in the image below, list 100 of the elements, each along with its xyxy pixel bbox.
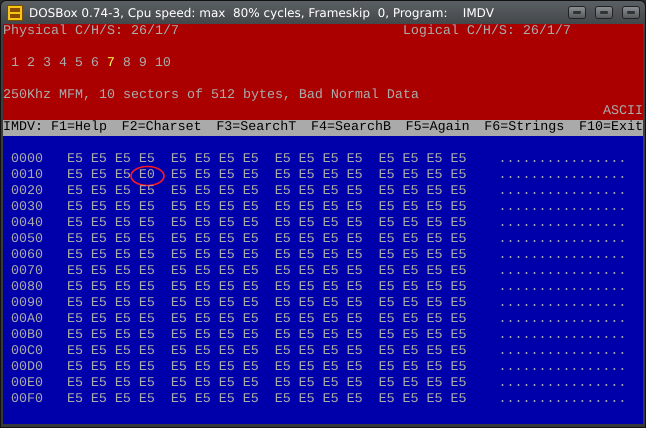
- hex-byte: E5: [402, 280, 419, 296]
- hex-byte: E5: [450, 312, 466, 328]
- sector-number[interactable]: 8: [122, 56, 131, 72]
- hex-byte: E5: [194, 280, 211, 296]
- hex-byte: E5: [66, 232, 83, 248]
- function-key[interactable]: F4=SearchB: [310, 120, 391, 136]
- hex-byte: E5: [322, 328, 339, 344]
- function-key[interactable]: F10=Exit: [578, 120, 643, 136]
- offset-label: 0060: [10, 248, 43, 264]
- hex-byte: E5: [114, 248, 131, 264]
- hex-byte: E5: [66, 200, 83, 216]
- function-key[interactable]: F2=Charset: [122, 120, 202, 136]
- function-key[interactable]: IMDV: F1=Help: [3, 120, 107, 136]
- maximize-button[interactable]: [595, 6, 613, 19]
- hex-byte: E5: [138, 184, 155, 200]
- hex-byte: E5: [242, 184, 259, 200]
- function-key[interactable]: F3=SearchT: [216, 120, 296, 136]
- sector-number[interactable]: 2: [26, 56, 35, 72]
- hex-byte: E5: [218, 392, 235, 408]
- hex-byte: E5: [346, 152, 363, 168]
- offset-label: 00F0: [10, 392, 43, 408]
- hex-byte: E5: [274, 312, 291, 328]
- hex-byte: E5: [450, 264, 466, 280]
- hex-byte: E5: [242, 152, 259, 168]
- offset-label: 0030: [10, 200, 43, 216]
- hex-byte: E5: [114, 200, 131, 216]
- offset-label: 00D0: [10, 360, 43, 376]
- hex-byte: E5: [346, 392, 363, 408]
- ascii-dump: ................: [498, 184, 626, 200]
- hex-byte: E5: [322, 376, 339, 392]
- sector-number[interactable]: 10: [154, 56, 171, 72]
- hex-byte: E5: [402, 248, 419, 264]
- hex-byte: E5: [450, 216, 466, 232]
- hex-byte: E5: [194, 360, 211, 376]
- hex-byte: E5: [114, 360, 131, 376]
- hex-byte: E5: [402, 328, 419, 344]
- hex-byte: E5: [426, 312, 442, 328]
- offset-label: 00C0: [10, 344, 43, 360]
- hex-byte: E5: [138, 392, 155, 408]
- hex-byte: E5: [90, 264, 107, 280]
- sector-number[interactable]: 1: [10, 56, 19, 72]
- minimize-button[interactable]: [568, 6, 586, 19]
- hex-byte: E5: [378, 376, 395, 392]
- sector-number[interactable]: 4: [58, 56, 67, 72]
- ascii-dump: ................: [498, 344, 626, 360]
- hex-byte: E5: [218, 232, 235, 248]
- bar-icon: [573, 11, 581, 14]
- ascii-dump: ................: [498, 328, 626, 344]
- ascii-dump: ................: [498, 248, 626, 264]
- hex-byte: E5: [114, 312, 131, 328]
- hex-byte: E5: [218, 344, 235, 360]
- hex-byte: E5: [66, 216, 83, 232]
- hex-byte: E5: [170, 184, 187, 200]
- hex-byte: E5: [90, 312, 107, 328]
- function-key[interactable]: F6=Strings: [484, 120, 564, 136]
- hex-byte: E5: [170, 376, 187, 392]
- hex-byte: E5: [194, 248, 211, 264]
- hex-byte: E5: [170, 312, 187, 328]
- hex-byte: E5: [218, 376, 235, 392]
- offset-label: 0040: [10, 216, 43, 232]
- hex-byte: E5: [426, 168, 442, 184]
- hex-byte: E5: [242, 280, 259, 296]
- hex-byte: E5: [402, 296, 419, 312]
- sector-number[interactable]: 6: [90, 56, 99, 72]
- hex-byte: E5: [194, 376, 211, 392]
- hex-byte: E5: [450, 296, 466, 312]
- hex-byte: E5: [114, 328, 131, 344]
- hex-byte: E5: [450, 328, 466, 344]
- hex-byte: E5: [90, 168, 107, 184]
- hex-byte: E5: [322, 392, 339, 408]
- hex-byte: E5: [274, 168, 291, 184]
- hex-byte: E5: [378, 328, 395, 344]
- close-button[interactable]: [622, 6, 640, 19]
- hex-byte: E5: [170, 152, 187, 168]
- hex-byte: E5: [138, 280, 155, 296]
- hex-byte: E5: [274, 200, 291, 216]
- hex-byte: E5: [242, 312, 259, 328]
- sector-number[interactable]: 5: [74, 56, 83, 72]
- hex-byte: E0: [138, 168, 155, 184]
- hex-byte: E5: [66, 248, 83, 264]
- hex-byte: E5: [170, 168, 187, 184]
- ascii-dump: ................: [498, 264, 626, 280]
- function-key[interactable]: F5=Again: [406, 120, 470, 136]
- sector-number[interactable]: 9: [138, 56, 147, 72]
- hex-byte: E5: [298, 360, 315, 376]
- hex-byte: E5: [218, 360, 235, 376]
- hex-byte: E5: [450, 360, 466, 376]
- hex-byte: E5: [426, 296, 442, 312]
- hex-byte: E5: [170, 248, 187, 264]
- hex-byte: E5: [450, 232, 466, 248]
- sector-number[interactable]: 3: [42, 56, 51, 72]
- hex-byte: E5: [170, 264, 187, 280]
- hex-byte: E5: [426, 264, 442, 280]
- hex-byte: E5: [378, 248, 395, 264]
- hex-byte: E5: [242, 216, 259, 232]
- ascii-dump: ................: [498, 168, 626, 184]
- hex-byte: E5: [242, 328, 259, 344]
- offset-label: 0090: [10, 296, 43, 312]
- hex-byte: E5: [450, 344, 466, 360]
- sector-number[interactable]: 7: [106, 56, 115, 72]
